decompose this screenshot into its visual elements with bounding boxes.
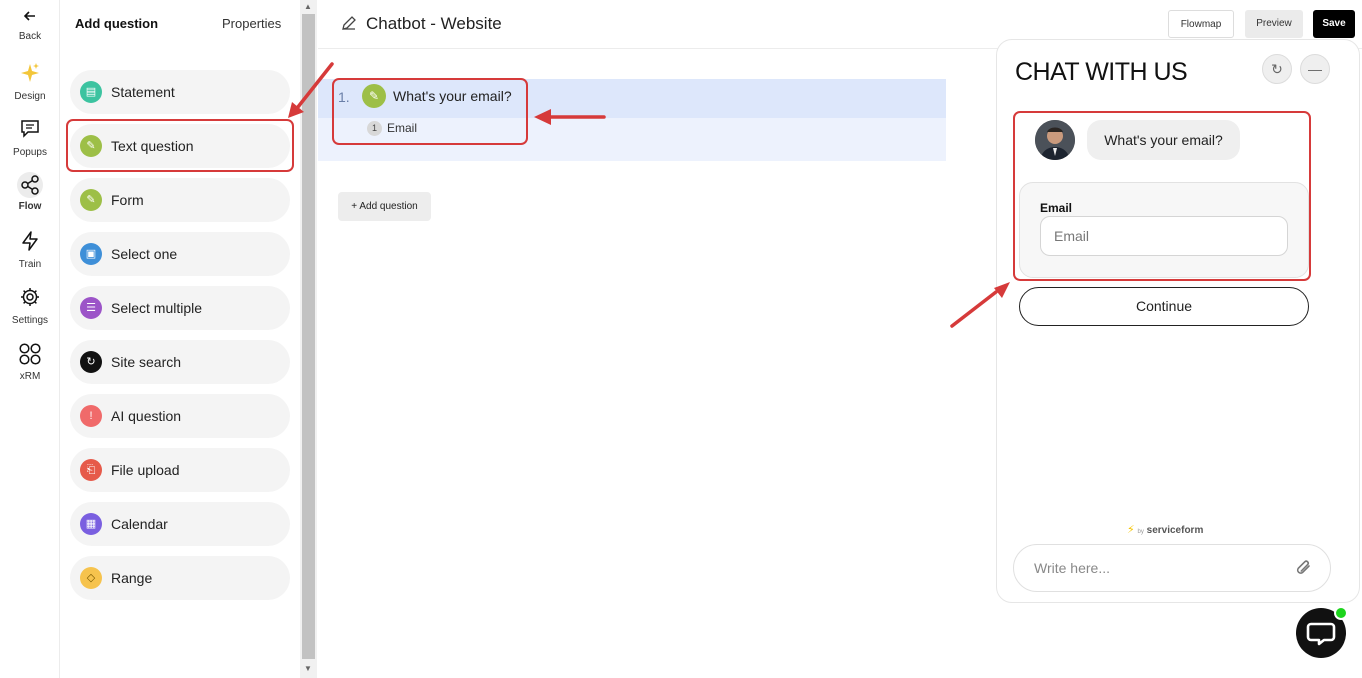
list-icon: ☰ xyxy=(80,297,102,319)
chat-title: CHAT WITH US xyxy=(1015,58,1188,86)
chat-launcher-button[interactable] xyxy=(1296,606,1348,658)
rail-label-settings: Settings xyxy=(11,315,49,326)
gear-icon xyxy=(17,286,43,312)
qtype-label: Calendar xyxy=(111,516,168,532)
qtype-statement[interactable]: ▤ Statement xyxy=(70,70,290,114)
qtype-select-one[interactable]: ▣ Select one xyxy=(70,232,290,276)
qtype-label: Select one xyxy=(111,246,178,262)
flowmap-button[interactable]: Flowmap xyxy=(1168,10,1234,38)
rail-label-train: Train xyxy=(18,259,42,270)
annotation-arrow-icon xyxy=(950,282,1010,328)
qtype-form[interactable]: ✎ Form xyxy=(70,178,290,222)
rail-label-popups: Popups xyxy=(13,147,47,158)
paperclip-icon[interactable] xyxy=(1294,557,1314,579)
qtype-select-multiple[interactable]: ☰ Select multiple xyxy=(70,286,290,330)
qtype-label: File upload xyxy=(111,462,180,478)
rail-item-flow[interactable]: Flow xyxy=(0,172,60,212)
continue-button[interactable]: Continue xyxy=(1019,287,1309,326)
qtype-label: Select multiple xyxy=(111,300,203,316)
page-title[interactable]: Chatbot - Website xyxy=(340,14,502,37)
calendar-icon: ▦ xyxy=(80,513,102,535)
tab-properties[interactable]: Properties xyxy=(222,16,281,31)
preview-button[interactable]: Preview xyxy=(1245,10,1303,38)
qtype-label: Range xyxy=(111,570,153,586)
refresh-icon[interactable]: ↻ xyxy=(1262,54,1292,84)
message-placeholder: Write here... xyxy=(1034,560,1110,576)
bolt-icon xyxy=(17,230,43,256)
add-question-button[interactable]: + Add question xyxy=(338,192,431,221)
refresh-icon: ↻ xyxy=(80,351,102,373)
qtype-label: Form xyxy=(111,192,144,208)
message-icon xyxy=(17,118,43,144)
qtype-calendar[interactable]: ▦ Calendar xyxy=(70,502,290,546)
tab-add-question[interactable]: Add question xyxy=(75,16,158,31)
chat-bubble-icon: ! xyxy=(80,405,102,427)
sparkle-icon xyxy=(17,62,43,88)
scroll-up-icon[interactable]: ▲ xyxy=(304,2,312,11)
qtype-ai-question[interactable]: ! AI question xyxy=(70,394,290,438)
file-icon: ⎗ xyxy=(80,459,102,481)
save-button[interactable]: Save xyxy=(1313,10,1355,38)
qtype-file-upload[interactable]: ⎗ File upload xyxy=(70,448,290,492)
bolt-icon: ⚡ xyxy=(1127,524,1135,536)
annotation-arrow-icon xyxy=(288,62,334,118)
brand-logo: serviceform xyxy=(1146,525,1204,536)
question-panel: Add question Properties ▤ Statement ✎ Te… xyxy=(60,0,300,678)
powered-by-text: by xyxy=(1137,529,1144,535)
qtype-range[interactable]: ◇ Range xyxy=(70,556,290,600)
back-button[interactable]: Back xyxy=(0,8,60,48)
rail-item-design[interactable]: Design xyxy=(0,62,60,102)
qtype-label: Site search xyxy=(111,354,182,370)
online-indicator xyxy=(1334,606,1348,620)
diamond-icon: ◇ xyxy=(80,567,102,589)
rail-label-design: Design xyxy=(14,91,46,102)
clipboard-icon: ▤ xyxy=(80,81,102,103)
edit-pencil-icon xyxy=(340,14,358,37)
rail-item-popups[interactable]: Popups xyxy=(0,118,60,158)
qtype-label: Statement xyxy=(111,84,175,100)
annotation-box-text-question xyxy=(66,119,294,172)
page-title-text: Chatbot - Website xyxy=(366,14,502,33)
panel-tabs: Add question Properties xyxy=(60,0,300,48)
annotation-box-chat-question xyxy=(1013,111,1311,281)
message-input[interactable]: Write here... xyxy=(1013,544,1331,592)
rail-item-settings[interactable]: Settings xyxy=(0,286,60,326)
rail-label-flow: Flow xyxy=(18,201,42,212)
annotation-arrow-icon xyxy=(534,109,606,125)
rail-item-xrm[interactable]: xRM xyxy=(0,342,60,382)
pencil-icon: ✎ xyxy=(80,189,102,211)
rail-label-xrm: xRM xyxy=(19,371,41,382)
qtype-label: AI question xyxy=(111,408,182,424)
back-label: Back xyxy=(18,31,42,42)
minimize-icon[interactable]: — xyxy=(1300,54,1330,84)
scroll-down-icon[interactable]: ▼ xyxy=(304,664,312,673)
select-icon: ▣ xyxy=(80,243,102,265)
left-rail: Back Design Popups Flow Train Settings x… xyxy=(0,0,60,678)
annotation-box-question-row xyxy=(332,78,528,145)
powered-by: ⚡ by serviceform xyxy=(1127,523,1203,536)
rail-item-train[interactable]: Train xyxy=(0,230,60,270)
qtype-site-search[interactable]: ↻ Site search xyxy=(70,340,290,384)
grid-icon xyxy=(17,342,43,368)
share-icon xyxy=(17,172,43,198)
